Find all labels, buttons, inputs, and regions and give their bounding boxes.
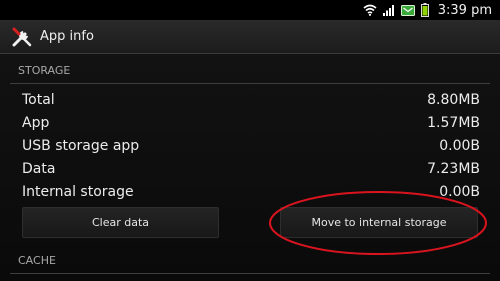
row-label: App [22,114,50,131]
cache-section-header: CACHE [10,248,490,274]
status-bar: 3:39 pm [0,0,500,20]
signal-icon [382,4,395,16]
row-value: 8.80MB [427,91,480,108]
tools-icon[interactable] [10,25,34,49]
row-label: Internal storage [22,183,134,200]
row-value: 0.00B [439,183,480,200]
app-info-screen: 3:39 pm App info STORAGE Total 8.80MB Ap… [0,0,500,281]
battery-icon [420,3,429,17]
row-value: 7.23MB [427,160,480,177]
storage-row-app: App 1.57MB [10,111,490,134]
row-label: USB storage app [22,137,140,154]
notification-icon [400,4,415,16]
clear-data-button[interactable]: Clear data [22,207,219,238]
storage-row-internal-storage: Internal storage 0.00B [10,180,490,203]
move-to-internal-storage-button[interactable]: Move to internal storage [280,207,478,238]
status-time: 3:39 pm [437,2,492,18]
storage-section-header: STORAGE [10,58,490,84]
wifi-icon [363,4,377,16]
row-value: 0.00B [439,137,480,154]
storage-row-total: Total 8.80MB [10,88,490,111]
action-bar: App info [0,20,500,54]
row-label: Total [22,91,55,108]
row-label: Data [22,160,56,177]
action-bar-title: App info [40,29,94,44]
storage-row-usb-storage-app: USB storage app 0.00B [10,134,490,157]
row-value: 1.57MB [427,114,480,131]
storage-row-data: Data 7.23MB [10,157,490,180]
